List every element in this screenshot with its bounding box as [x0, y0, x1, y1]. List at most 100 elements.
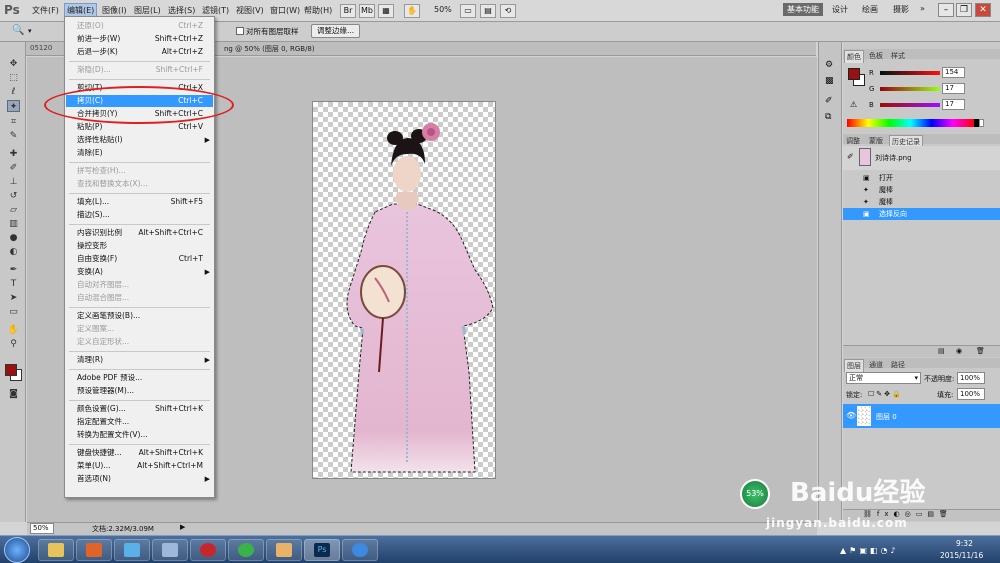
history-step-selected[interactable]: ▣ 选择反向: [843, 208, 1000, 220]
dodge-tool-icon[interactable]: ◐: [7, 246, 20, 258]
clock-time[interactable]: 9:32: [956, 539, 973, 548]
edit-menu-item[interactable]: 选择性粘贴(I) ▶: [66, 134, 213, 146]
edit-menu-item[interactable]: 清除(E): [66, 147, 213, 159]
edit-menu-item[interactable]: 描边(S)...: [66, 209, 213, 221]
edit-menu-item[interactable]: 键盘快捷键... Alt+Shift+Ctrl+K: [66, 447, 213, 459]
edit-menu-item[interactable]: Adobe PDF 预设...: [66, 372, 213, 384]
taskbar-app6[interactable]: [228, 539, 264, 561]
edit-menu-item[interactable]: 首选项(N) ▶: [66, 473, 213, 485]
g-value[interactable]: 17: [942, 83, 965, 94]
fill-input[interactable]: 100%: [957, 388, 985, 400]
edit-menu-item[interactable]: 操控变形: [66, 240, 213, 252]
edit-menu-item[interactable]: 菜单(U)... Alt+Shift+Ctrl+M: [66, 460, 213, 472]
taskbar-app3[interactable]: [114, 539, 150, 561]
type-tool-icon[interactable]: T: [7, 278, 20, 290]
r-slider[interactable]: [880, 71, 940, 75]
history-snapshot[interactable]: ✐ 刘诗诗.png: [843, 146, 1000, 170]
tab-layers[interactable]: 图层: [844, 359, 864, 372]
menu-view[interactable]: 视图(V): [236, 5, 264, 16]
crop-tool-icon[interactable]: ⌗: [7, 116, 20, 128]
more-workspaces[interactable]: »: [920, 4, 925, 13]
lock-icons[interactable]: ☐✎✥🔒: [868, 390, 903, 398]
taskbar-ie[interactable]: [342, 539, 378, 561]
taskbar-media[interactable]: [76, 539, 112, 561]
minimize-icon[interactable]: –: [938, 3, 954, 17]
blur-tool-icon[interactable]: ●: [7, 232, 20, 244]
eraser-tool-icon[interactable]: ▱: [7, 204, 20, 216]
tool-preset-chevron-down-icon[interactable]: ▾: [28, 27, 32, 35]
start-button[interactable]: [4, 537, 30, 563]
tools-panel-icon[interactable]: ⚙: [825, 60, 833, 70]
workspace-essentials[interactable]: 基本功能: [783, 3, 823, 16]
guides-icon[interactable]: ▦: [378, 4, 394, 18]
tray-icons[interactable]: ▲⚑▣◧◔♪: [840, 546, 899, 555]
eyedropper-tool-icon[interactable]: ✎: [7, 130, 20, 142]
taskbar-photoshop[interactable]: Ps: [304, 539, 340, 561]
edit-menu-item[interactable]: 后退一步(K) Alt+Ctrl+Z: [66, 46, 213, 58]
healing-brush-icon[interactable]: ✚: [7, 148, 20, 160]
layer-row[interactable]: 👁 图层 0: [843, 404, 1000, 428]
workspace-photography[interactable]: 摄影: [893, 4, 909, 15]
zoom-level[interactable]: 50%: [434, 5, 452, 14]
zoom-tool-icon[interactable]: 🔍: [12, 25, 24, 36]
clock-date[interactable]: 2015/11/16: [940, 551, 983, 560]
new-document-icon[interactable]: ▤: [938, 347, 945, 355]
menu-window[interactable]: 窗口(W): [270, 5, 300, 16]
tab-paths[interactable]: 路径: [889, 359, 907, 371]
shape-tool-icon[interactable]: ▭: [7, 306, 20, 318]
move-tool-icon[interactable]: ✥: [7, 58, 20, 70]
minibridge-icon[interactable]: Mb: [359, 4, 375, 18]
menu-help[interactable]: 帮助(H): [304, 5, 332, 16]
clone-stamp-icon[interactable]: ⊥: [7, 176, 20, 188]
tab-color[interactable]: 颜色: [844, 50, 864, 63]
gradient-tool-icon[interactable]: ▥: [7, 218, 20, 230]
g-slider[interactable]: [880, 87, 940, 91]
screen-mode-icon[interactable]: ▭: [460, 4, 476, 18]
workspace-painting[interactable]: 绘画: [862, 4, 878, 15]
tab-swatches[interactable]: 色板: [867, 50, 885, 62]
swatches-icon[interactable]: ▩: [825, 76, 834, 86]
history-brush-source-icon[interactable]: ✐: [847, 152, 854, 161]
lasso-tool-icon[interactable]: ℓ: [7, 86, 20, 98]
edit-menu-item[interactable]: 指定配置文件...: [66, 416, 213, 428]
taskbar-app4[interactable]: [152, 539, 188, 561]
workspace-design[interactable]: 设计: [832, 4, 848, 15]
menu-filter[interactable]: 滤镜(T): [202, 5, 229, 16]
edit-menu-item[interactable]: 定义画笔预设(B)...: [66, 310, 213, 322]
edit-menu-item[interactable]: 填充(L)... Shift+F5: [66, 196, 213, 208]
status-zoom-input[interactable]: 50%: [30, 523, 54, 534]
close-icon[interactable]: ✕: [975, 3, 991, 17]
foreground-color-swatch[interactable]: [5, 364, 17, 376]
brush-tool-icon[interactable]: ✐: [7, 162, 20, 174]
menu-select[interactable]: 选择(S): [168, 5, 195, 16]
bridge-icon[interactable]: Br: [340, 4, 356, 18]
doc-tab-active[interactable]: ng @ 50% (图层 0, RGB/8): [224, 44, 315, 54]
tab-styles[interactable]: 样式: [889, 50, 907, 62]
menu-file[interactable]: 文件(F): [32, 5, 59, 16]
sample-all-layers-checkbox[interactable]: [236, 27, 244, 35]
history-step[interactable]: ▣ 打开: [843, 172, 1000, 184]
clone-source-icon[interactable]: ⧉: [825, 112, 831, 122]
hand-tool-icon[interactable]: ✋: [7, 324, 20, 336]
arrange-icon[interactable]: ▤: [480, 4, 496, 18]
hand-view-icon[interactable]: ✋: [404, 4, 420, 18]
edit-menu-item[interactable]: 自由变换(F) Ctrl+T: [66, 253, 213, 265]
color-spectrum-ramp[interactable]: [847, 119, 974, 127]
layer-name[interactable]: 图层 0: [876, 412, 897, 422]
tab-channels[interactable]: 通道: [867, 359, 885, 371]
magic-wand-tool-icon[interactable]: ✦: [7, 100, 20, 112]
menu-layer[interactable]: 图层(L): [134, 5, 161, 16]
visibility-eye-icon[interactable]: 👁: [846, 411, 856, 420]
b-slider[interactable]: [880, 103, 940, 107]
history-step[interactable]: ✦ 魔棒: [843, 184, 1000, 196]
path-select-icon[interactable]: ➤: [7, 292, 20, 304]
snapshot-camera-icon[interactable]: ◉: [956, 347, 962, 355]
color-fg-swatch[interactable]: [848, 68, 860, 80]
edit-menu-item[interactable]: 内容识别比例 Alt+Shift+Ctrl+C: [66, 227, 213, 239]
r-value[interactable]: 154: [942, 67, 965, 78]
blend-mode-select[interactable]: 正常 ▾: [846, 372, 921, 384]
edit-menu-item[interactable]: 前进一步(W) Shift+Ctrl+Z: [66, 33, 213, 45]
quick-mask-icon[interactable]: ◙: [7, 388, 20, 400]
edit-menu-item[interactable]: 预设管理器(M)...: [66, 385, 213, 397]
taskbar-explorer[interactable]: [38, 539, 74, 561]
